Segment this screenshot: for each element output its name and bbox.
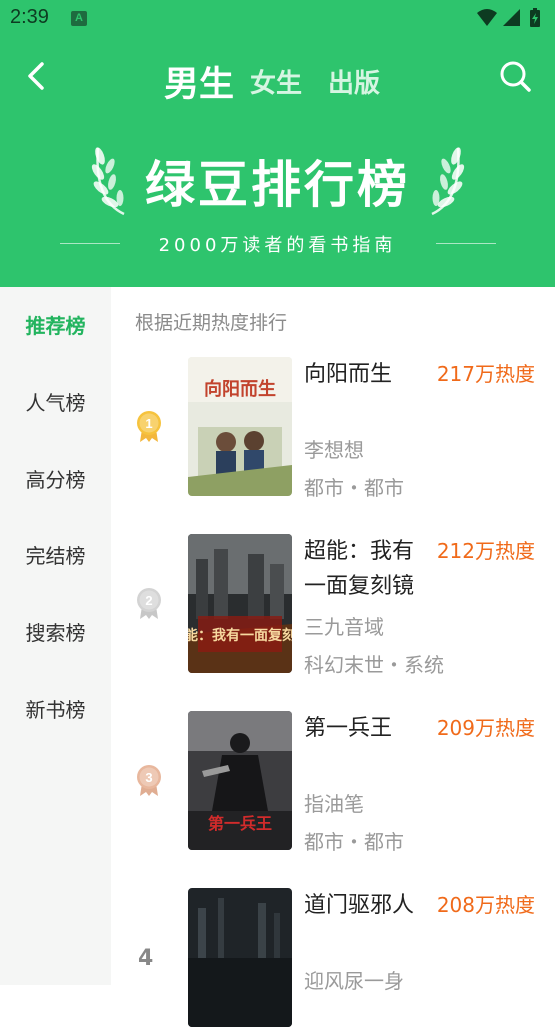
book-heat: 209万热度 bbox=[436, 716, 535, 740]
book-tags: 都市・都市 bbox=[304, 830, 404, 854]
cover-title: 超能：我有一面复刻镜 bbox=[188, 627, 292, 644]
book-cover bbox=[188, 888, 292, 1027]
ranking-list: 根据近期热度排行 1 向阳而生 向阳而生 217万热度 李想想 都市・都市 2 … bbox=[111, 287, 555, 1027]
book-title: 向阳而生 bbox=[304, 362, 393, 387]
rank-number: 2 bbox=[145, 593, 152, 608]
notification-icon: A bbox=[71, 11, 87, 26]
tab-female[interactable]: 女生 bbox=[250, 63, 302, 100]
book-cover: 向阳而生 bbox=[188, 357, 292, 496]
sidebar: 推荐榜 人气榜 高分榜 完结榜 搜索榜 新书榜 bbox=[0, 287, 111, 985]
book-heat: 217万热度 bbox=[436, 362, 535, 386]
divider-right bbox=[436, 243, 496, 244]
book-title: 道门驱邪人 bbox=[304, 893, 415, 918]
book-author: 三九音域 bbox=[304, 615, 384, 639]
rank-number: 3 bbox=[145, 770, 152, 785]
list-hint: 根据近期热度排行 bbox=[135, 312, 288, 334]
tab-male[interactable]: 男生 bbox=[164, 56, 234, 107]
book-heat: 212万热度 bbox=[436, 539, 535, 563]
book-tags: 科幻末世・系统 bbox=[304, 653, 444, 677]
book-cover: 第一兵王 bbox=[188, 711, 292, 850]
list-item[interactable]: 2 超能：我有一面复刻镜 超能：我有一面复刻镜 212万热度 三九音域 科幻末世… bbox=[111, 534, 555, 677]
header: 2:39 A 男生 女生 出版 绿豆排行榜 2000万读者的看书指南 bbox=[0, 0, 555, 287]
status-time: 2:39 bbox=[10, 6, 49, 28]
wifi-icon bbox=[477, 9, 497, 26]
rank-badge-bronze-icon: 3 bbox=[137, 765, 161, 796]
rank-number: 4 bbox=[138, 946, 154, 971]
book-tags: 都市・都市 bbox=[304, 476, 404, 500]
list-item[interactable]: 4 道门驱邪人 208万热度 迎风尿一身 bbox=[111, 888, 555, 1028]
rank-badge-silver-icon: 2 bbox=[137, 588, 161, 619]
book-title: 第一兵王 bbox=[304, 716, 393, 741]
list-item[interactable]: 3 第一兵王 第一兵王 209万热度 指油笔 都市・都市 bbox=[111, 711, 555, 854]
list-item[interactable]: 1 向阳而生 向阳而生 217万热度 李想想 都市・都市 bbox=[111, 357, 555, 500]
sidebar-item-recommended[interactable]: 推荐榜 bbox=[0, 306, 111, 346]
sidebar-item-new[interactable]: 新书榜 bbox=[0, 690, 111, 730]
cover-title: 第一兵王 bbox=[208, 814, 272, 833]
book-author: 迎风尿一身 bbox=[304, 969, 404, 993]
chevron-left-icon bbox=[28, 62, 44, 90]
book-author: 指油笔 bbox=[304, 792, 364, 816]
sidebar-item-search[interactable]: 搜索榜 bbox=[0, 613, 111, 653]
back-button[interactable] bbox=[22, 58, 52, 94]
rank-badge-gold-icon: 1 bbox=[137, 411, 161, 442]
book-heat: 208万热度 bbox=[436, 893, 535, 917]
book-title: 超能：我有一面复刻镜 bbox=[304, 539, 415, 599]
banner-title: 绿豆排行榜 bbox=[145, 156, 410, 214]
sidebar-item-completed[interactable]: 完结榜 bbox=[0, 536, 111, 576]
banner-subtitle: 2000万读者的看书指南 bbox=[158, 235, 397, 256]
book-author: 李想想 bbox=[304, 438, 364, 462]
signal-icon bbox=[503, 9, 520, 26]
cover-title: 向阳而生 bbox=[204, 378, 276, 400]
tab-publish[interactable]: 出版 bbox=[328, 63, 380, 100]
sidebar-item-high-score[interactable]: 高分榜 bbox=[0, 460, 111, 500]
book-cover: 超能：我有一面复刻镜 bbox=[188, 534, 292, 673]
status-bar: 2:39 A bbox=[0, 0, 555, 36]
sidebar-item-popular[interactable]: 人气榜 bbox=[0, 383, 111, 423]
search-button[interactable] bbox=[497, 58, 533, 94]
rank-number: 1 bbox=[145, 416, 152, 431]
status-icons bbox=[477, 8, 540, 27]
